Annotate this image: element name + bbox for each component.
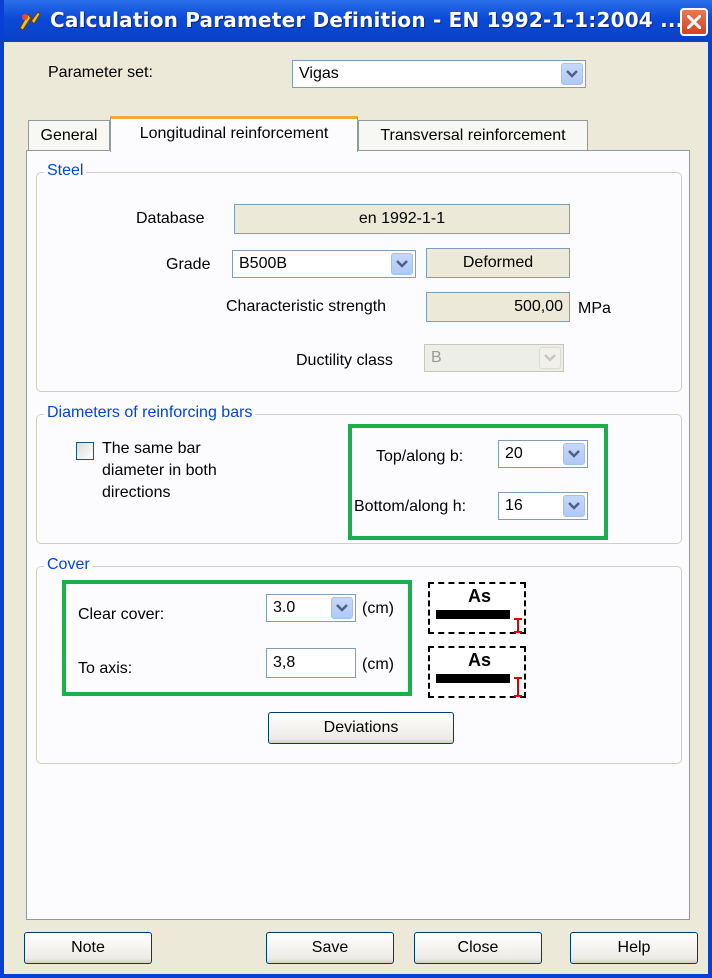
deviations-button[interactable]: Deviations: [268, 712, 454, 744]
chevron-down-icon[interactable]: [331, 597, 353, 619]
grade-value: B500B: [239, 255, 288, 272]
grade-label: Grade: [166, 256, 211, 273]
close-button[interactable]: Close: [414, 932, 542, 964]
note-button[interactable]: Note: [24, 932, 152, 964]
clear-cover-select[interactable]: 3.0: [266, 594, 356, 622]
ductility-class-label: Ductility class: [296, 352, 393, 369]
dialog-window: Calculation Parameter Definition - EN 19…: [0, 0, 712, 978]
strength-unit: MPa: [578, 300, 611, 317]
characteristic-strength-label: Characteristic strength: [226, 298, 387, 315]
database-value: en 1992-1-1: [358, 210, 446, 227]
top-diameter-select[interactable]: 20: [498, 440, 588, 468]
chevron-down-icon[interactable]: [563, 495, 585, 517]
chevron-down-icon[interactable]: [563, 443, 585, 465]
database-field: en 1992-1-1: [234, 204, 570, 234]
same-diameter-label-line1: The same bar: [102, 440, 201, 457]
bottom-diameter-select[interactable]: 16: [498, 492, 588, 520]
to-axis-unit: (cm): [362, 656, 394, 673]
bottom-diameter-value: 16: [505, 497, 523, 514]
chevron-down-icon[interactable]: [561, 63, 583, 85]
characteristic-strength-value: 500,00: [514, 298, 563, 315]
to-axis-value: 3,8: [273, 654, 296, 671]
clear-cover-value: 3.0: [273, 599, 296, 616]
parameter-set-select[interactable]: Vigas: [292, 60, 586, 88]
tab-transversal-reinforcement[interactable]: Transversal reinforcement: [358, 120, 588, 152]
app-icon: [19, 11, 41, 31]
window-title: Calculation Parameter Definition - EN 19…: [50, 8, 684, 32]
chevron-down-icon[interactable]: [391, 253, 413, 275]
to-axis-input[interactable]: 3,8: [266, 648, 356, 678]
to-axis-label: To axis:: [78, 660, 133, 677]
top-diameter-label: Top/along b:: [376, 448, 464, 465]
title-bar[interactable]: Calculation Parameter Definition - EN 19…: [4, 0, 712, 42]
ductility-class-select[interactable]: B: [424, 344, 564, 372]
bottom-diameter-label: Bottom/along h:: [354, 498, 467, 515]
same-diameter-label-line2: diameter in both: [102, 462, 217, 479]
parameter-set-value: Vigas: [299, 65, 339, 82]
rebar-cover-icon: [436, 610, 522, 633]
same-diameter-label-line3: directions: [102, 484, 171, 501]
close-window-button[interactable]: [680, 8, 708, 36]
database-label: Database: [136, 210, 205, 227]
steel-group-title: Steel: [44, 162, 87, 180]
surface-type-value: Deformed: [462, 254, 534, 271]
to-axis-diagram: As: [428, 646, 526, 698]
diameters-group-title: Diameters of reinforcing bars: [44, 404, 256, 422]
cover-highlight: [62, 580, 412, 696]
chevron-down-icon: [539, 347, 561, 369]
close-icon: [687, 15, 701, 29]
clear-cover-unit: (cm): [362, 600, 394, 617]
same-diameter-checkbox[interactable]: [76, 442, 94, 460]
clear-cover-label: Clear cover:: [78, 606, 165, 623]
tab-longitudinal-reinforcement[interactable]: Longitudinal reinforcement: [110, 116, 358, 152]
characteristic-strength-field: 500,00: [426, 292, 570, 322]
tab-general[interactable]: General: [28, 120, 110, 152]
ductility-class-value: B: [431, 349, 442, 366]
clear-cover-diagram: As: [428, 582, 526, 634]
save-button[interactable]: Save: [266, 932, 394, 964]
parameter-set-label: Parameter set:: [48, 64, 153, 81]
surface-type-field: Deformed: [426, 248, 570, 278]
help-button[interactable]: Help: [570, 932, 698, 964]
cover-group-title: Cover: [44, 556, 93, 574]
top-diameter-value: 20: [505, 445, 523, 462]
rebar-axis-icon: [436, 674, 522, 697]
grade-select[interactable]: B500B: [232, 250, 416, 278]
